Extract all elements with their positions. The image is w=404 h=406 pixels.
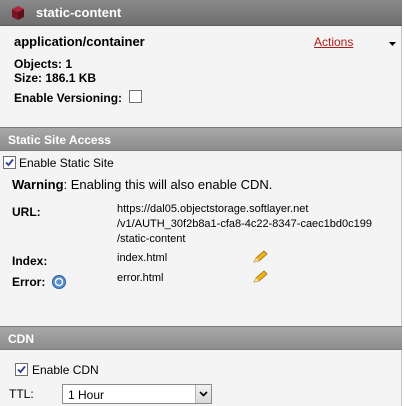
index-value: index.html [117, 252, 168, 264]
help-icon[interactable] [52, 275, 66, 292]
cdn-section-title: CDN [8, 332, 34, 346]
versioning-label: Enable Versioning: [14, 91, 123, 105]
warning-text: : Enabling this will also enable CDN. [63, 177, 273, 192]
url-line-2: /v1/AUTH_30f2b8a1-cfa8-4c22-8347-caec1bd… [117, 218, 372, 230]
url-line-3: /static-content [117, 233, 186, 245]
chevron-down-icon[interactable] [195, 385, 211, 403]
ttl-select[interactable]: 1 Hour [62, 384, 212, 404]
url-label: URL: [12, 205, 41, 219]
container-type: application/container [14, 34, 145, 49]
url-line-1: https://dal05.objectstorage.softlayer.ne… [117, 203, 309, 215]
enable-cdn-checkbox[interactable] [15, 363, 28, 376]
ttl-label: TTL: [9, 387, 34, 401]
ttl-value: 1 Hour [68, 388, 105, 402]
warning-label: Warning [12, 177, 64, 192]
size-row: Size: 186.1 KB [14, 71, 96, 85]
objects-row: Objects: 1 [14, 57, 72, 71]
cdn-warning: Warning: Enabling this will also enable … [12, 177, 272, 192]
enable-cdn-label: Enable CDN [32, 363, 99, 377]
size-label: Size: [14, 71, 43, 85]
error-value: error.html [117, 272, 164, 284]
container-details-panel: static-content application/container Act… [0, 0, 402, 406]
chevron-down-icon[interactable] [389, 36, 396, 50]
versioning-checkbox[interactable] [129, 90, 142, 103]
error-label: Error: [12, 275, 46, 289]
container-header: static-content [0, 0, 402, 26]
static-site-section-title: Static Site Access [8, 133, 111, 147]
static-site-section-header: Static Site Access [0, 127, 402, 151]
size-value: 186.1 KB [45, 71, 97, 85]
container-title: static-content [36, 5, 122, 20]
index-label: Index: [12, 254, 48, 268]
cdn-section-header: CDN [0, 326, 402, 350]
pencil-icon[interactable] [252, 270, 268, 287]
cube-icon [11, 6, 25, 20]
objects-value: 1 [65, 57, 73, 71]
objects-label: Objects: [14, 57, 63, 71]
enable-static-site-label: Enable Static Site [19, 156, 114, 170]
pencil-icon[interactable] [252, 250, 268, 267]
actions-link[interactable]: Actions [314, 35, 353, 49]
enable-static-site-checkbox[interactable] [3, 156, 16, 169]
